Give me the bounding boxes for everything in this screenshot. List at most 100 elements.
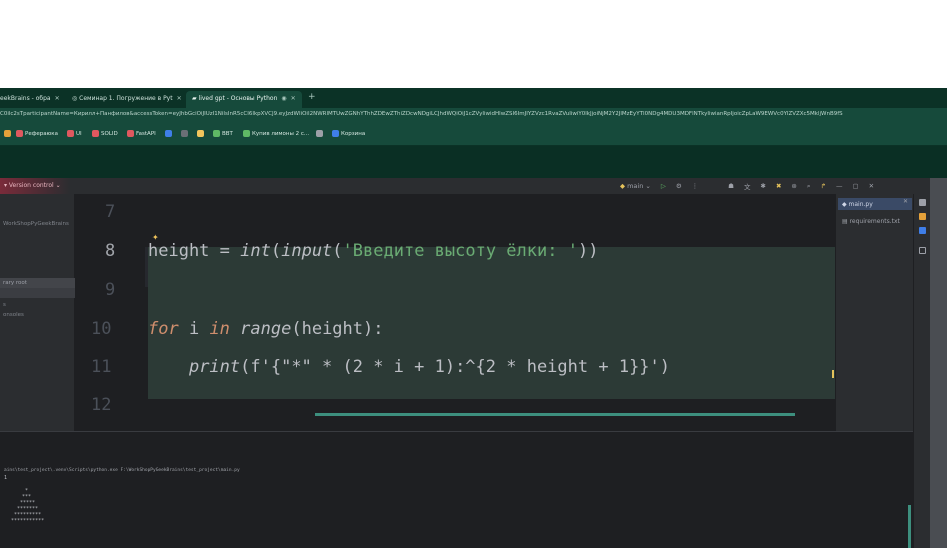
- code-token: print: [188, 357, 241, 377]
- bookmark-label: Рефераюка: [25, 130, 58, 137]
- bookmark-item[interactable]: [165, 130, 172, 137]
- project-panel: WorkShopPyGeekBrains rary root s onsoles: [0, 194, 75, 431]
- line-number: 12: [91, 395, 112, 415]
- code-line-10: for i in range(height):: [148, 319, 383, 339]
- run-icon[interactable]: ▷: [661, 182, 666, 190]
- ide-window: ▾ Version control ⌄ ◆ main ⌄ ▷ ⚙ ⋮ ☗ 文 ✱…: [0, 178, 930, 548]
- browser-window: eekBrains - обра ✕ ◎ Семинар 1. Погружени…: [0, 88, 947, 548]
- grid-icon[interactable]: [919, 227, 926, 234]
- bookmark-item[interactable]: SOLID: [92, 130, 118, 137]
- code-editor[interactable]: 7 8 9 10 11 12 ✦ height = int(input('Вве…: [75, 194, 835, 431]
- tools-icon[interactable]: ✖: [776, 182, 781, 190]
- bookmark-item[interactable]: Купив лимоны 2 с...: [243, 130, 309, 137]
- version-control-menu[interactable]: ▾ Version control ⌄: [4, 182, 61, 189]
- browser-tab[interactable]: ◎ Семинар 1. Погружение в Pyt ✕: [66, 91, 184, 108]
- code-token: int: [240, 241, 271, 261]
- bookmark-icon: [213, 130, 220, 137]
- project-tree-item[interactable]: s: [3, 302, 6, 308]
- file-list-item[interactable]: ▤ requirements.txt: [842, 218, 900, 225]
- ide-toolbar: ◆ main ⌄ ▷ ⚙ ⋮ ☗ 文 ✱ ✖ ⊛ ⌕ ↱ — ▢ ✕: [620, 181, 874, 192]
- console-command: ains\test_project\.venv\Scripts\python.e…: [4, 468, 240, 473]
- right-tool-sidebar: [913, 194, 930, 548]
- branch-selector[interactable]: ◆ main ⌄: [620, 182, 651, 190]
- minimize-icon[interactable]: —: [836, 182, 843, 190]
- branch-label: main: [627, 182, 644, 190]
- browser-tab-bar: eekBrains - обра ✕ ◎ Семинар 1. Погружени…: [0, 88, 947, 108]
- bookmark-icon: [165, 130, 172, 137]
- notifications-icon[interactable]: [919, 199, 926, 206]
- console-scrollbar[interactable]: [908, 505, 911, 548]
- maximize-icon[interactable]: ▢: [852, 182, 858, 190]
- file-tab-label: main.py: [848, 201, 873, 208]
- youtube-icon: [127, 130, 134, 137]
- debug-icon[interactable]: ⚙: [676, 182, 682, 190]
- line-number: 9: [105, 280, 116, 300]
- bookmark-label: Корзина: [341, 130, 366, 137]
- project-root-item[interactable]: WorkShopPyGeekBrains: [3, 221, 69, 227]
- code-token: =: [209, 241, 241, 261]
- bookmark-item[interactable]: FastAPI: [127, 130, 156, 137]
- close-icon[interactable]: ✕: [177, 95, 182, 102]
- version-control-label: Version control: [8, 182, 54, 189]
- project-row[interactable]: [0, 288, 75, 298]
- tab-label: eekBrains - обра: [0, 95, 51, 102]
- warning-marker[interactable]: [832, 370, 834, 378]
- page-content: ▾ Version control ⌄ ◆ main ⌄ ▷ ⚙ ⋮ ☗ 文 ✱…: [0, 146, 947, 548]
- close-icon[interactable]: ✕: [55, 95, 60, 102]
- bookmark-item[interactable]: [4, 130, 11, 137]
- bookmark-item[interactable]: [316, 130, 323, 137]
- panel-icon[interactable]: [919, 247, 926, 254]
- bookmark-item[interactable]: Корзина: [332, 130, 365, 137]
- bookmark-item[interactable]: [197, 130, 204, 137]
- console-output-line: ***********: [11, 518, 45, 524]
- settings-icon[interactable]: ✱: [761, 182, 766, 190]
- bookmark-icon: [332, 130, 339, 137]
- code-string: 'Введите высоту ёлки: ': [342, 241, 578, 261]
- bookmarks-bar: Рефераюка UI SOLID FastAPI BBT Купив лим…: [0, 124, 947, 146]
- close-icon[interactable]: ✕: [869, 182, 874, 190]
- close-icon[interactable]: ✕: [291, 95, 296, 102]
- editor-horizontal-scrollbar[interactable]: [315, 413, 795, 416]
- database-icon[interactable]: [919, 213, 926, 220]
- translate-icon[interactable]: 文: [744, 181, 751, 191]
- close-icon[interactable]: ✕: [903, 198, 908, 205]
- youtube-icon: [16, 130, 23, 137]
- browser-tab-active[interactable]: ▰ lived gpt - Основы Python ◉ ✕: [186, 91, 302, 108]
- bookmark-label: FastAPI: [136, 130, 156, 137]
- new-tab-button[interactable]: +: [308, 92, 316, 102]
- tab-label: Семинар 1. Погружение в Pyt: [79, 95, 173, 102]
- project-tree-item[interactable]: rary root: [3, 280, 27, 286]
- code-token: (: [332, 241, 343, 261]
- bookmark-item[interactable]: UI: [67, 130, 82, 137]
- line-number: 11: [91, 357, 112, 377]
- text-file-icon: ▤: [842, 218, 850, 225]
- code-token: input: [281, 241, 333, 261]
- pin-icon[interactable]: ↱: [821, 182, 826, 190]
- project-tree-item[interactable]: onsoles: [3, 312, 24, 318]
- bookmark-item[interactable]: [181, 130, 188, 137]
- search-icon[interactable]: ⌕: [807, 182, 811, 191]
- code-line-11: print(f'{"*" * (2 * i + 1):^{2 * height …: [148, 357, 670, 377]
- adjacent-window-edge: [930, 178, 947, 548]
- recording-icon: ◉: [281, 95, 287, 102]
- code-token: (f'{"*" * (2 * i + 1):^{2 * height + 1}}…: [240, 357, 671, 377]
- bookmark-item[interactable]: Рефераюка: [16, 130, 58, 137]
- users-icon[interactable]: ☗: [728, 182, 734, 190]
- bookmark-item[interactable]: BBT: [213, 130, 233, 137]
- file-tabs-panel: ◆ main.py ✕ ▤ requirements.txt: [835, 194, 913, 431]
- bookmark-label: BBT: [222, 130, 233, 137]
- browser-tab[interactable]: eekBrains - обра ✕: [0, 91, 62, 108]
- run-console[interactable]: ains\test_project\.venv\Scripts\python.e…: [0, 431, 913, 548]
- address-bar[interactable]: C0ilc2sTparticipantName=Кирилл+Панфилов&…: [0, 108, 947, 124]
- bookmark-icon: [316, 130, 323, 137]
- console-output-line: 1: [4, 475, 8, 481]
- more-icon[interactable]: ⋮: [692, 182, 699, 190]
- youtube-icon: [67, 130, 74, 137]
- code-token: range: [240, 319, 292, 339]
- code-line-8: height = int(input('Введите высоту ёлки:…: [148, 241, 598, 261]
- active-file-tab[interactable]: ◆ main.py: [838, 198, 912, 210]
- ide-title-bar: ▾ Version control ⌄ ◆ main ⌄ ▷ ⚙ ⋮ ☗ 文 ✱…: [0, 178, 930, 194]
- leaf-icon: [243, 130, 250, 137]
- plugins-icon[interactable]: ⊛: [791, 182, 796, 190]
